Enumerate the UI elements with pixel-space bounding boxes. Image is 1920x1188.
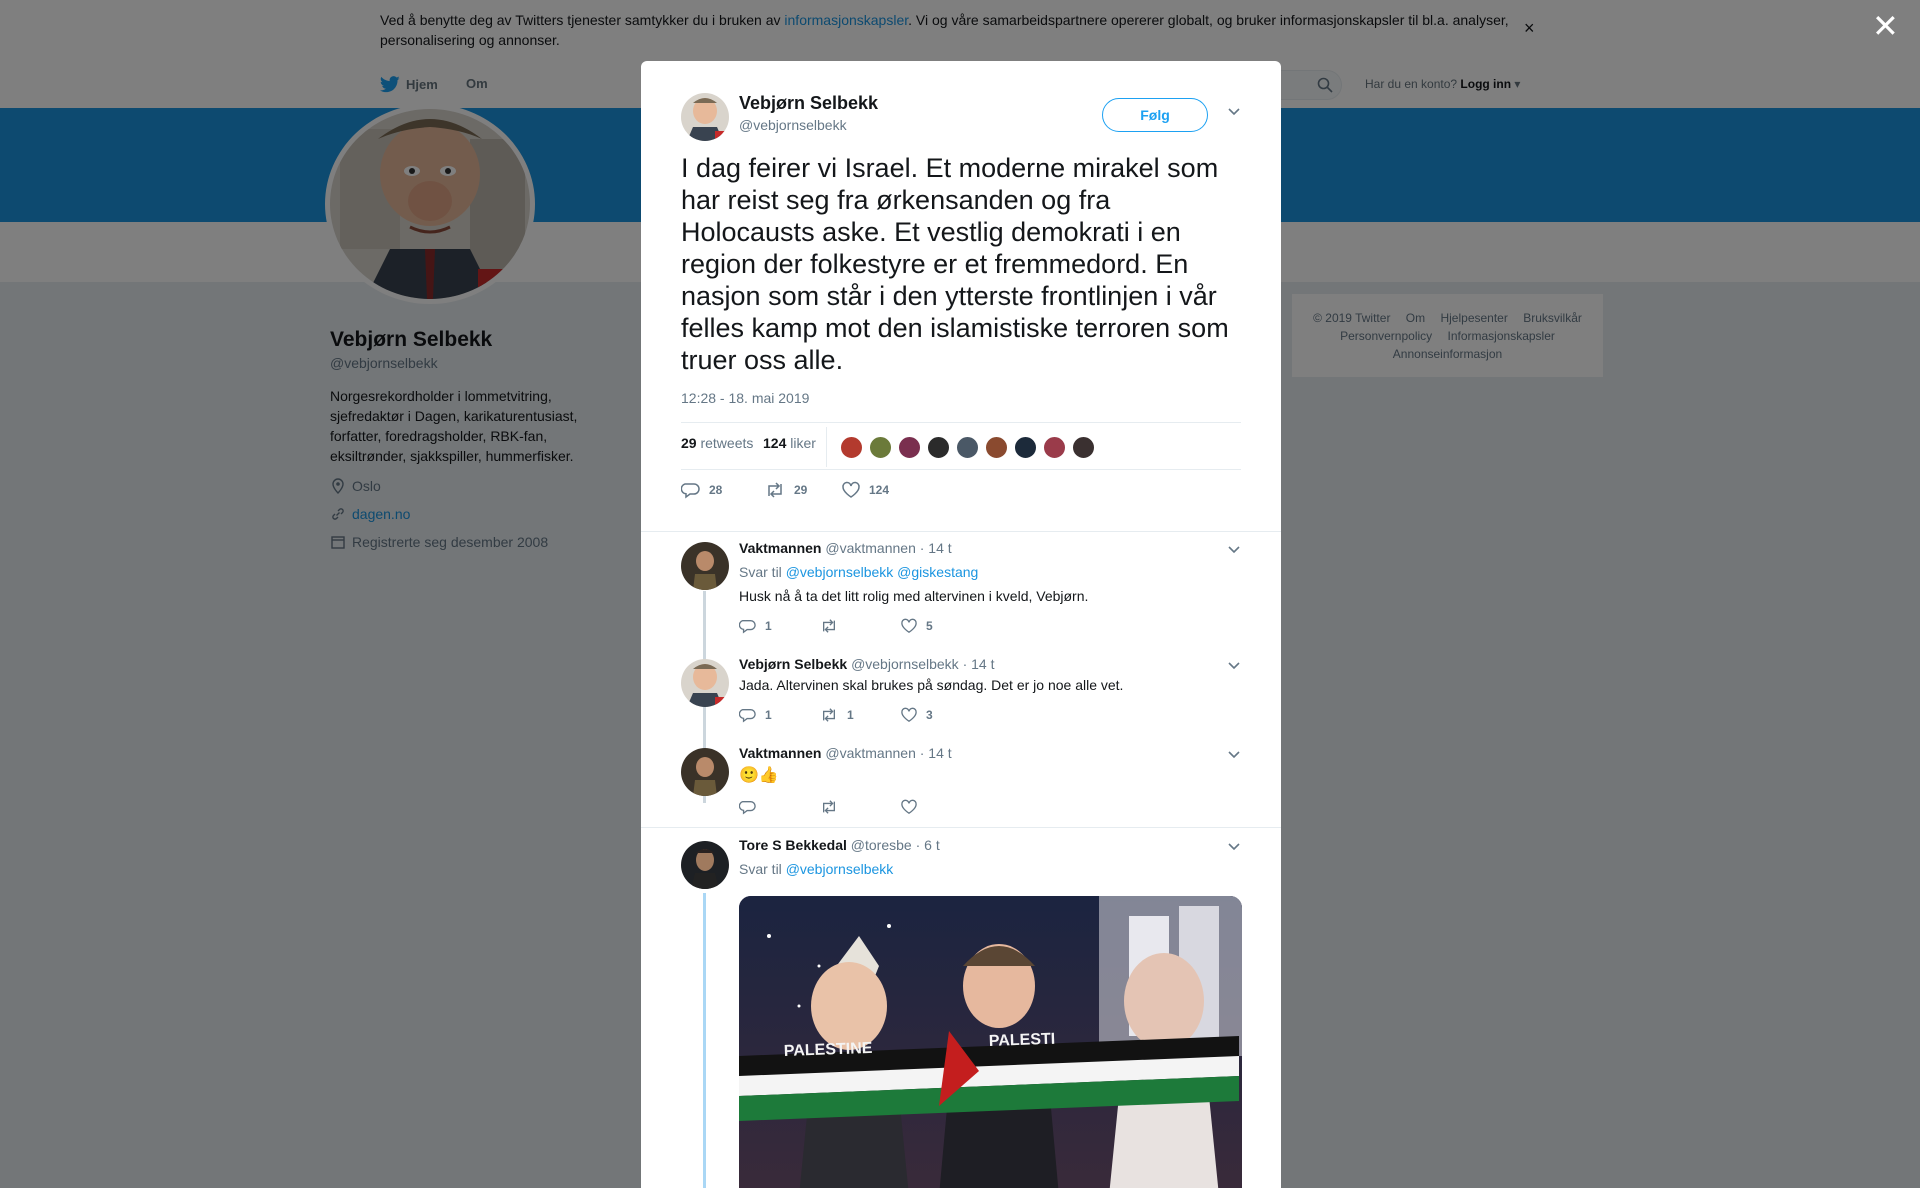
retweet-icon <box>823 619 835 633</box>
tweet-timestamp[interactable]: 12:28 - 18. mai 2019 <box>681 390 809 406</box>
reply-header: Vaktmannen @vaktmannen · 14 t <box>739 540 952 556</box>
tweet-modal: Vebjørn Selbekk @vebjornselbekk Følg I d… <box>641 61 1281 1188</box>
liker-avatar[interactable] <box>1072 436 1095 459</box>
author-handle[interactable]: @vebjornselbekk <box>739 117 847 133</box>
reply-avatar[interactable] <box>681 659 729 707</box>
reply-icon <box>739 620 756 634</box>
reply-icon <box>739 709 756 723</box>
reply-text: Husk nå å ta det litt rolig med altervin… <box>739 588 1089 604</box>
reply-text: Jada. Altervinen skal brukes på søndag. … <box>739 677 1124 693</box>
liker-avatar[interactable] <box>840 436 863 459</box>
reply-header: Vebjørn Selbekk @vebjornselbekk · 14 t <box>739 656 995 672</box>
likes-stat[interactable]: 124 liker <box>763 435 816 451</box>
liker-avatar[interactable] <box>869 436 892 459</box>
media-image[interactable]: PALESTINE PALESTI <box>739 896 1242 1188</box>
liker-avatar[interactable] <box>1014 436 1037 459</box>
liker-avatar[interactable] <box>927 436 950 459</box>
retweets-stat[interactable]: 29 retweets <box>681 435 753 451</box>
reply-button[interactable]: 1 <box>739 707 772 723</box>
liker-avatar[interactable] <box>956 436 979 459</box>
chevron-down-icon[interactable] <box>1227 658 1241 677</box>
flag-text-1: PALESTINE <box>784 1040 873 1060</box>
retweet-button[interactable] <box>819 799 839 815</box>
reply-icon <box>739 801 756 815</box>
divider <box>641 827 1281 828</box>
chevron-down-icon[interactable] <box>1227 839 1241 858</box>
retweet-icon <box>823 800 835 814</box>
tweet-text: I dag feirer vi Israel. Et moderne mirak… <box>681 153 1229 375</box>
replying-to: Svar til @vebjornselbekk @giskestang <box>739 564 979 580</box>
mention-link[interactable]: @vebjornselbekk <box>786 861 894 877</box>
tweet-stats: 29 retweets 124 liker <box>681 422 1241 470</box>
stats-divider <box>826 427 827 467</box>
reply-avatar[interactable] <box>681 542 729 590</box>
reply-button[interactable] <box>739 799 757 815</box>
like-button[interactable]: 5 <box>900 618 933 634</box>
divider <box>641 531 1281 532</box>
heart-icon <box>901 799 917 815</box>
reply-header: Vaktmannen @vaktmannen · 14 t <box>739 745 952 761</box>
reply-icon <box>681 483 700 499</box>
reply-avatar[interactable] <box>681 841 729 889</box>
retweet-button[interactable] <box>819 618 847 634</box>
retweet-icon <box>768 482 782 498</box>
reply-button[interactable]: 28 <box>681 481 722 499</box>
thread-line <box>703 893 706 1188</box>
reply-button[interactable]: 1 <box>739 618 772 634</box>
reply-header: Tore S Bekkedal @toresbe · 6 t <box>739 837 940 853</box>
like-button[interactable]: 124 <box>841 481 889 499</box>
author-avatar[interactable] <box>681 93 729 141</box>
reply-avatar[interactable] <box>681 748 729 796</box>
chevron-down-icon[interactable] <box>1227 542 1241 561</box>
tweet-actions: 28 29 124 <box>681 481 1241 511</box>
retweet-button[interactable]: 29 <box>764 481 807 499</box>
liker-avatar[interactable] <box>1043 436 1066 459</box>
chevron-down-icon[interactable] <box>1227 747 1241 766</box>
liker-avatar[interactable] <box>985 436 1008 459</box>
close-modal-button[interactable]: ✕ <box>1872 10 1899 42</box>
reply-text: 🙂👍 <box>739 767 779 784</box>
retweet-icon <box>823 708 835 722</box>
heart-icon <box>842 481 860 498</box>
flag-text-2: PALESTI <box>989 1031 1056 1050</box>
like-button[interactable]: 3 <box>900 707 933 723</box>
heart-icon <box>901 618 917 634</box>
like-button[interactable] <box>900 799 918 815</box>
mention-link[interactable]: @vebjornselbekk @giskestang <box>786 564 979 580</box>
retweet-button[interactable]: 1 <box>819 707 854 723</box>
heart-icon <box>901 707 917 723</box>
follow-button[interactable]: Følg <box>1102 98 1208 132</box>
replying-to: Svar til @vebjornselbekk <box>739 861 894 877</box>
chevron-down-icon[interactable] <box>1227 104 1241 123</box>
author-name[interactable]: Vebjørn Selbekk <box>739 93 878 114</box>
liker-avatar[interactable] <box>898 436 921 459</box>
